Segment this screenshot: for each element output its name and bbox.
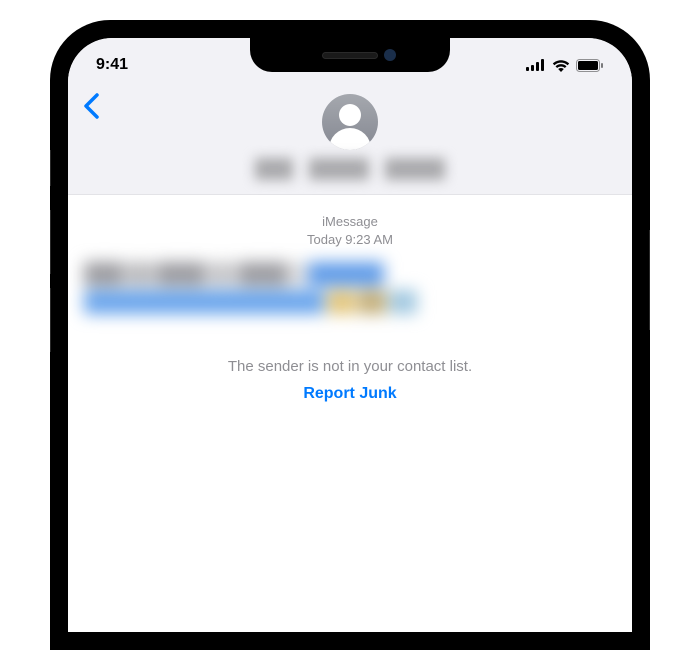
wifi-icon	[552, 59, 570, 72]
phone-screen: 9:41	[68, 38, 632, 632]
mute-switch	[50, 150, 51, 186]
back-button[interactable]	[82, 92, 100, 125]
conversation-header	[68, 86, 632, 195]
message-area: iMessage Today 9:23 AM	[68, 195, 632, 415]
cellular-signal-icon	[526, 59, 546, 71]
speaker-grille	[322, 52, 378, 59]
battery-icon	[576, 59, 604, 72]
status-time: 9:41	[96, 56, 128, 74]
volume-up-button	[50, 210, 51, 274]
front-camera	[384, 49, 396, 61]
report-junk-button[interactable]: Report Junk	[84, 385, 616, 403]
status-icons	[526, 59, 604, 72]
conversation-timestamp: iMessage Today 9:23 AM	[84, 213, 616, 248]
phone-device-frame: 9:41	[50, 20, 650, 650]
power-button	[649, 230, 650, 330]
service-label: iMessage	[84, 213, 616, 231]
unknown-sender-notice: The sender is not in your contact list.	[84, 358, 616, 375]
avatar-person-icon	[339, 104, 361, 126]
notch	[250, 38, 450, 72]
volume-down-button	[50, 288, 51, 352]
contact-name-redacted	[255, 158, 445, 180]
timestamp-text: Today 9:23 AM	[307, 232, 393, 247]
contact-avatar[interactable]	[322, 94, 378, 150]
message-bubble-redacted	[84, 262, 454, 320]
